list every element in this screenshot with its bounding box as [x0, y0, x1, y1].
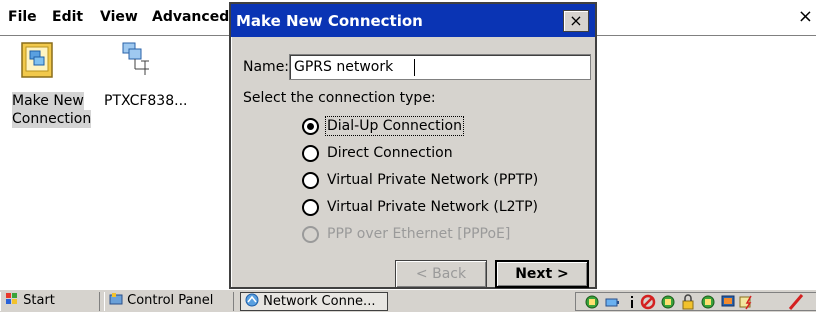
globe-icon[interactable] [700, 294, 716, 310]
menu-edit[interactable]: Edit [52, 9, 83, 25]
next-button[interactable]: Next > [495, 260, 589, 288]
taskbar-control-panel[interactable]: Control Panel [104, 292, 234, 311]
menu-view[interactable]: View [100, 9, 138, 25]
name-label: Name: [243, 59, 290, 75]
back-button[interactable]: < Back [395, 260, 487, 288]
radio-vpn-l2tp-button[interactable] [302, 199, 319, 216]
connection-type-label: Select the connection type: [243, 90, 436, 106]
make-new-connection-dialog: Make New Connection × Name: Select the c… [229, 2, 597, 289]
make-new-connection-label-1: Make New [12, 92, 84, 110]
connection-icon[interactable] [660, 294, 676, 310]
make-new-connection-label-2: Connection [12, 110, 92, 128]
network-status-icon[interactable] [584, 294, 600, 310]
menu-file[interactable]: File [8, 9, 37, 25]
radio-pppoe-label: PPP over Ethernet [PPPoE] [327, 226, 511, 242]
radio-vpn-pptp-button[interactable] [302, 172, 319, 189]
control-panel-label: Control Panel [127, 293, 214, 308]
radio-direct-button[interactable] [302, 145, 319, 162]
name-input[interactable] [289, 54, 591, 80]
radio-vpn-pptp-label: Virtual Private Network (PPTP) [327, 172, 539, 188]
taskbar: Start Control Panel Network Conne... [0, 289, 816, 312]
lock-icon[interactable] [680, 294, 696, 310]
dialog-title: Make New Connection [231, 4, 595, 37]
make-new-connection-icon [21, 42, 53, 78]
menu-advanced[interactable]: Advanced [152, 9, 229, 25]
taskbar-network-connections[interactable]: Network Conne... [240, 292, 388, 311]
stylus-icon[interactable] [788, 294, 804, 310]
dialog-close-button[interactable]: × [563, 10, 589, 32]
text-caret [414, 59, 415, 76]
start-button[interactable]: Start [0, 292, 100, 311]
start-label: Start [23, 293, 55, 308]
window-close-button[interactable]: × [798, 6, 813, 27]
radio-direct-label: Direct Connection [327, 145, 453, 161]
radio-dial-up-label: Dial-Up Connection [325, 116, 464, 136]
network-connection-label: PTXCF838... [104, 93, 188, 109]
power-icon[interactable] [738, 294, 754, 310]
system-tray [575, 292, 816, 311]
network-connection-icon [122, 42, 149, 75]
radio-pppoe-button [302, 226, 319, 243]
no-signal-icon[interactable] [640, 294, 656, 310]
battery-icon[interactable] [604, 294, 620, 310]
radio-dial-up-button[interactable] [302, 118, 319, 135]
network-connections-label: Network Conne... [263, 294, 376, 309]
display-icon[interactable] [720, 294, 736, 310]
info-icon[interactable] [624, 294, 640, 310]
network-connections-icon [245, 293, 259, 307]
windows-logo-icon [6, 293, 17, 304]
radio-vpn-l2tp-label: Virtual Private Network (L2TP) [327, 199, 538, 215]
control-panel-icon [109, 293, 123, 305]
